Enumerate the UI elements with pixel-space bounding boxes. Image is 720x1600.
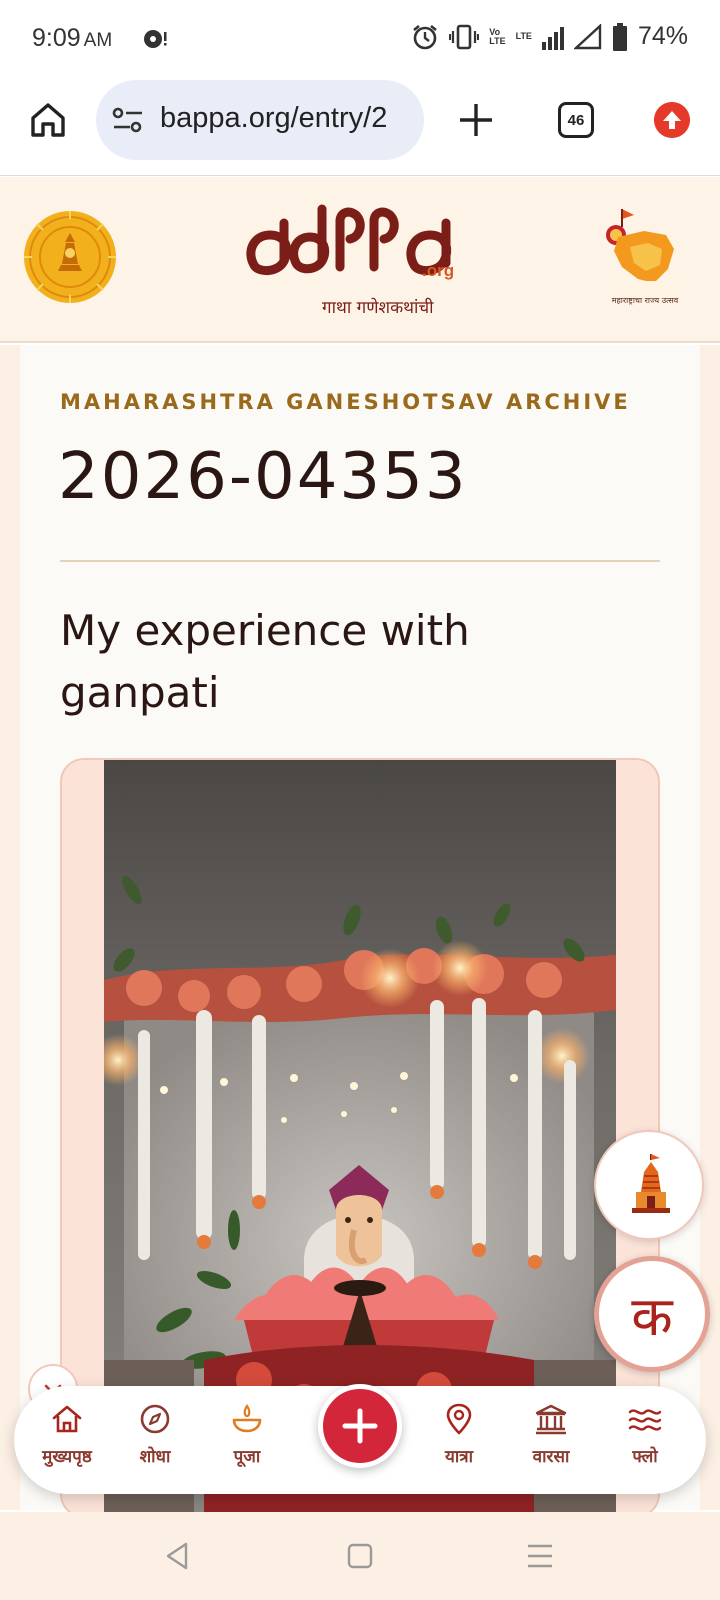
back-icon[interactable] — [160, 1538, 196, 1574]
nav-home-label: मुख्यपृष्ठ — [42, 1447, 92, 1467]
nav-flow-label: फ्लो — [632, 1447, 658, 1467]
entry-title: My experience with ganpati — [60, 606, 470, 717]
battery-percent: 74% — [637, 22, 688, 50]
vibrate-icon — [449, 24, 480, 49]
nav-home[interactable]: मुख्यपृष्ठ — [22, 1402, 112, 1482]
logo-tagline: गाथा गणेशकथांची — [322, 298, 434, 318]
bottom-navigation: मुख्यपृष्ठ शोधा पूजा यात्रा वारसा फ्लो — [14, 1384, 706, 1494]
browser-home-icon[interactable] — [28, 100, 68, 140]
status-icons: Vo LTE LTE 74% — [411, 22, 688, 51]
overview-icon[interactable] — [342, 1538, 378, 1574]
nav-heritage[interactable]: वारसा — [506, 1402, 596, 1482]
tab-switcher-button[interactable]: 46 — [558, 102, 594, 138]
heritage-building-icon — [535, 1404, 567, 1435]
lte-indicator: LTE — [515, 31, 532, 41]
nav-flow[interactable]: फ्लो — [600, 1402, 690, 1482]
marathi-ka-fab-button[interactable]: क — [594, 1256, 710, 1372]
nav-explore-label: शोधा — [139, 1447, 171, 1467]
status-ampm: AM — [83, 30, 113, 51]
status-bar: 9:09 AM Vo LTE LTE 74% — [0, 0, 720, 80]
system-navigation-bar — [0, 1512, 720, 1600]
temple-fab-button[interactable] — [594, 1130, 704, 1240]
archive-kicker: MAHARASHTRA GANESHOTSAV ARCHIVE — [60, 390, 631, 414]
diya-icon — [232, 1404, 262, 1433]
update-arrow-icon[interactable] — [654, 102, 690, 138]
compass-icon — [140, 1404, 170, 1434]
signal-empty-icon — [573, 23, 602, 49]
section-divider — [60, 560, 660, 562]
status-clock: 9:09 — [32, 24, 81, 52]
status-time: 9:09 AM — [32, 24, 112, 53]
nav-yatra[interactable]: यात्रा — [414, 1402, 504, 1482]
state-festival-emblem-icon — [606, 209, 678, 293]
temple-icon — [632, 1154, 670, 1213]
logo-org-suffix: .org — [422, 261, 455, 280]
new-tab-icon[interactable] — [456, 100, 496, 140]
battery-icon — [612, 22, 627, 51]
location-pin-icon — [446, 1403, 472, 1435]
plus-icon — [342, 1408, 378, 1444]
nav-heritage-label: वारसा — [532, 1447, 570, 1467]
home-icon — [52, 1405, 82, 1433]
alarm-icon — [413, 24, 438, 49]
site-settings-icon[interactable] — [112, 106, 144, 134]
nav-puja[interactable]: पूजा — [202, 1402, 292, 1482]
emblem-caption: महाराष्ट्राचा राज्य उत्सव — [611, 296, 679, 305]
menu-lines-icon[interactable] — [522, 1538, 558, 1574]
address-bar[interactable]: bappa.org/entry/2 — [96, 80, 424, 160]
nav-yatra-label: यात्रा — [444, 1447, 474, 1467]
add-entry-button[interactable] — [318, 1384, 402, 1468]
volte-indicator: Vo LTE — [489, 26, 506, 46]
entry-id-heading: 2026-04353 — [58, 440, 468, 514]
site-header: .org गाथा गणेशकथांची महाराष्ट्राचा राज्य… — [0, 177, 720, 343]
nav-explore[interactable]: शोधा — [110, 1402, 200, 1482]
notification-icon — [144, 30, 167, 48]
browser-toolbar: bappa.org/entry/2 46 — [0, 80, 720, 176]
signal-bars-icon — [541, 26, 564, 50]
url-text[interactable]: bappa.org/entry/2 — [160, 102, 387, 135]
maharashtra-government-seal-icon — [24, 211, 116, 303]
nav-puja-label: पूजा — [233, 1447, 261, 1467]
waves-icon — [628, 1409, 662, 1431]
